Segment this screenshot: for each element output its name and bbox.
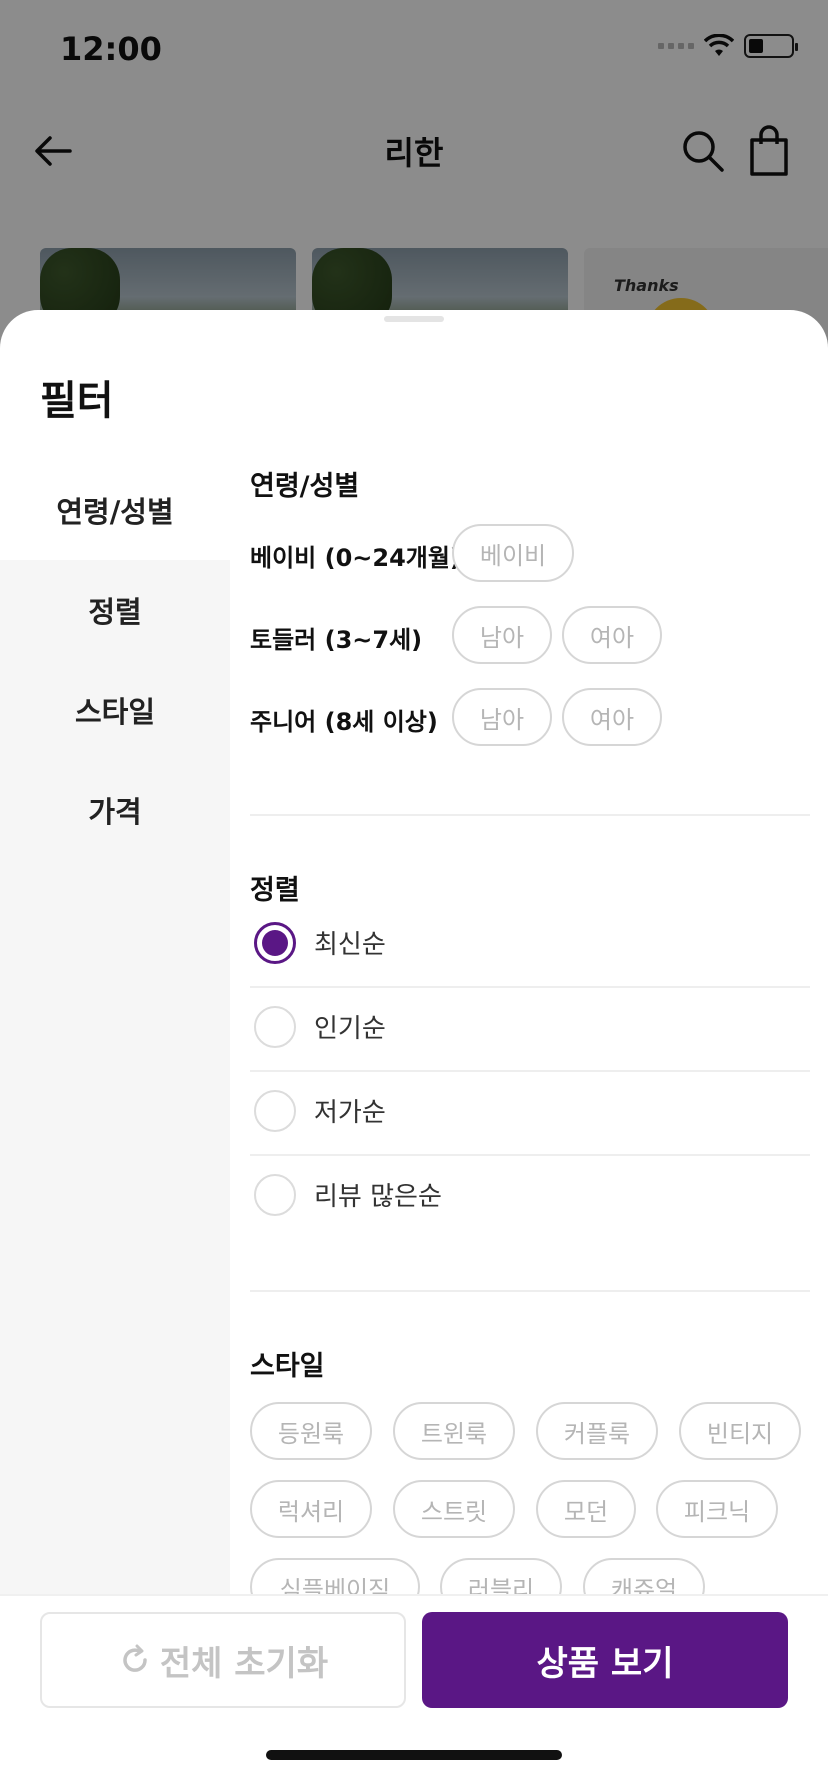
style-chip[interactable]: 트윈룩 — [393, 1402, 515, 1460]
age-row-toddler: 토들러 (3~7세) 남아 여아 — [250, 606, 810, 666]
style-chip[interactable]: 러블리 — [440, 1558, 562, 1596]
filter-content: 연령/성별 베이비 (0~24개월) 베이비 토들러 (3~7세) 남아 여아 … — [250, 460, 810, 1596]
chip-baby[interactable]: 베이비 — [452, 524, 574, 582]
age-label: 주니어 (8세 이상) — [250, 708, 438, 736]
radio-button-checked[interactable] — [254, 922, 296, 964]
style-chip[interactable]: 등원룩 — [250, 1402, 372, 1460]
reset-all-button[interactable]: 전체 초기화 — [40, 1612, 406, 1708]
side-nav-item-price[interactable]: 가격 — [0, 760, 230, 860]
filter-title: 필터 — [40, 378, 114, 424]
filter-side-nav: 연령/성별 정렬 스타일 가격 — [0, 460, 230, 1596]
side-nav-item-style[interactable]: 스타일 — [0, 660, 230, 760]
chip-toddler-girl[interactable]: 여아 — [562, 606, 662, 664]
sort-option-popular[interactable]: 인기순 — [250, 988, 810, 1072]
style-chip[interactable]: 모던 — [536, 1480, 636, 1538]
section-title-age-gender: 연령/성별 — [250, 471, 360, 502]
sort-option-newest[interactable]: 최신순 — [250, 904, 810, 988]
reset-all-label: 전체 초기화 — [159, 1643, 329, 1684]
age-label: 베이비 (0~24개월) — [250, 544, 461, 572]
style-chip[interactable]: 커플룩 — [536, 1402, 658, 1460]
style-chip[interactable]: 심플베이직 — [250, 1558, 420, 1596]
section-divider — [250, 1290, 810, 1292]
home-indicator — [266, 1750, 562, 1760]
sort-option-lowest-price[interactable]: 저가순 — [250, 1072, 810, 1156]
sort-option-label: 저가순 — [314, 1098, 386, 1128]
radio-button[interactable] — [254, 1174, 296, 1216]
age-row-baby: 베이비 (0~24개월) 베이비 — [250, 524, 810, 584]
action-bar: 전체 초기화 상품 보기 — [0, 1594, 828, 1792]
sheet-grabber[interactable] — [384, 316, 444, 322]
sort-option-label: 리뷰 많은순 — [314, 1182, 442, 1212]
filter-sheet: 필터 연령/성별 정렬 스타일 가격 연령/성별 베이비 (0~24개월) 베이… — [0, 310, 828, 1792]
sort-option-label: 최신순 — [314, 930, 386, 960]
chip-junior-boy[interactable]: 남아 — [452, 688, 552, 746]
age-label: 토들러 (3~7세) — [250, 626, 423, 654]
side-nav-item-sort[interactable]: 정렬 — [0, 560, 230, 660]
sort-option-most-reviews[interactable]: 리뷰 많은순 — [250, 1156, 810, 1240]
style-chip[interactable]: 스트릿 — [393, 1480, 515, 1538]
section-title-style: 스타일 — [250, 1351, 325, 1382]
section-divider — [250, 814, 810, 816]
chip-toddler-boy[interactable]: 남아 — [452, 606, 552, 664]
style-chip[interactable]: 럭셔리 — [250, 1480, 372, 1538]
refresh-icon — [123, 1644, 147, 1672]
side-nav-item-age-gender[interactable]: 연령/성별 — [0, 460, 230, 560]
style-chip[interactable]: 피크닉 — [656, 1480, 778, 1538]
style-chip[interactable]: 빈티지 — [679, 1402, 801, 1460]
age-row-junior: 주니어 (8세 이상) 남아 여아 — [250, 688, 810, 748]
chip-junior-girl[interactable]: 여아 — [562, 688, 662, 746]
style-chip[interactable]: 캐쥬얼 — [583, 1558, 705, 1596]
radio-button[interactable] — [254, 1006, 296, 1048]
radio-button[interactable] — [254, 1090, 296, 1132]
view-products-button[interactable]: 상품 보기 — [422, 1612, 788, 1708]
section-title-sort: 정렬 — [250, 875, 300, 906]
sort-option-label: 인기순 — [314, 1014, 386, 1044]
